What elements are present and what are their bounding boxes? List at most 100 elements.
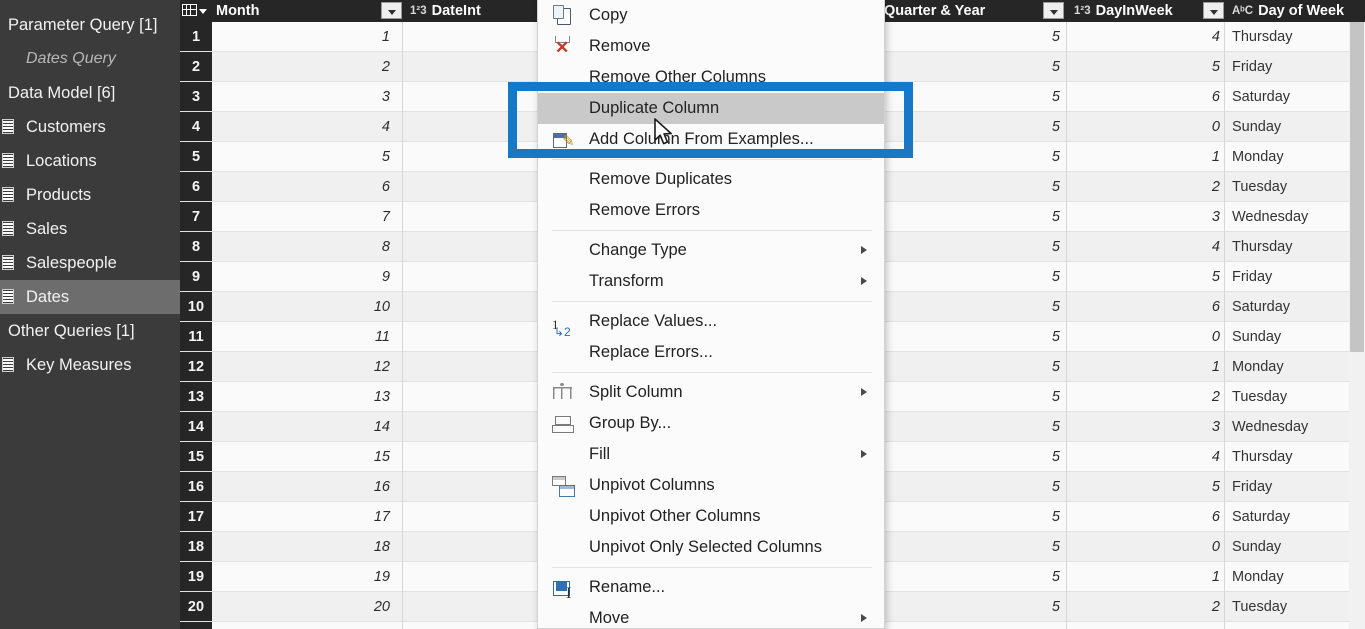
- queries-item-key-measures[interactable]: Key Measures: [0, 348, 180, 382]
- column-divider[interactable]: [1224, 22, 1225, 629]
- cell-month[interactable]: 12: [212, 352, 406, 382]
- cell-day-of-week[interactable]: Thursday: [1228, 232, 1365, 262]
- menu-item-split-column[interactable]: Split Column: [538, 377, 884, 408]
- column-filter-dropdown-quarter-year[interactable]: [1043, 2, 1064, 19]
- menu-item-duplicate-column[interactable]: Duplicate Column: [538, 93, 884, 124]
- column-header-quarter-year[interactable]: Quarter & Year: [880, 0, 1068, 22]
- cell-quarter-year[interactable]: 5: [880, 412, 1068, 442]
- menu-item-unpivot-other-columns[interactable]: Unpivot Other Columns: [538, 501, 884, 532]
- queries-item-dates[interactable]: Dates: [0, 280, 180, 314]
- menu-item-unpivot-columns[interactable]: Unpivot Columns: [538, 470, 884, 501]
- menu-item-remove-errors[interactable]: Remove Errors: [538, 195, 884, 226]
- cell-month[interactable]: 3: [212, 82, 406, 112]
- select-all-columns-grip[interactable]: [180, 0, 212, 22]
- cell-month[interactable]: 6: [212, 172, 406, 202]
- cell-quarter-year[interactable]: 5: [880, 22, 1068, 52]
- cell-day-of-week[interactable]: Wednesday: [1228, 412, 1365, 442]
- cell-dayinweek[interactable]: 4: [1070, 442, 1228, 472]
- cell-month[interactable]: 7: [212, 202, 406, 232]
- menu-item-rename[interactable]: Rename...: [538, 572, 884, 609]
- column-header-day-of-week[interactable]: AᵇC Day of Week: [1228, 0, 1365, 22]
- cell-month[interactable]: 10: [212, 292, 406, 322]
- cell-quarter-year[interactable]: 5: [880, 562, 1068, 592]
- queries-item-customers[interactable]: Customers: [0, 110, 180, 144]
- cell-day-of-week[interactable]: Tuesday: [1228, 382, 1365, 412]
- cell-dayinweek[interactable]: 5: [1070, 262, 1228, 292]
- cell-dayinweek[interactable]: 2: [1070, 592, 1228, 622]
- cell-day-of-week[interactable]: Saturday: [1228, 502, 1365, 532]
- menu-item-group-by[interactable]: Group By...: [538, 408, 884, 439]
- cell-month[interactable]: 11: [212, 322, 406, 352]
- cell-quarter-year[interactable]: 5: [880, 502, 1068, 532]
- cell-dayinweek[interactable]: 1: [1070, 142, 1228, 172]
- cell-quarter-year[interactable]: 5: [880, 82, 1068, 112]
- queries-item-products[interactable]: Products: [0, 178, 180, 212]
- cell-dayinweek[interactable]: 6: [1070, 292, 1228, 322]
- cell-quarter-year[interactable]: 5: [880, 622, 1068, 629]
- menu-item-remove-duplicates[interactable]: Remove Duplicates: [538, 164, 884, 195]
- cell-quarter-year[interactable]: 5: [880, 472, 1068, 502]
- column-header-month[interactable]: Month: [212, 0, 406, 22]
- queries-item-salespeople[interactable]: Salespeople: [0, 246, 180, 280]
- cell-dayinweek[interactable]: 0: [1070, 322, 1228, 352]
- cell-quarter-year[interactable]: 5: [880, 52, 1068, 82]
- vertical-scrollbar-thumb[interactable]: [1350, 22, 1364, 352]
- cell-day-of-week[interactable]: Tuesday: [1228, 592, 1365, 622]
- cell-quarter-year[interactable]: 5: [880, 112, 1068, 142]
- cell-dayinweek[interactable]: 0: [1070, 112, 1228, 142]
- queries-group-other-queries-1[interactable]: Other Queries [1]: [0, 314, 180, 348]
- queries-item-locations[interactable]: Locations: [0, 144, 180, 178]
- cell-month[interactable]: 20: [212, 592, 406, 622]
- cell-quarter-year[interactable]: 5: [880, 322, 1068, 352]
- cell-day-of-week[interactable]: Thursday: [1228, 442, 1365, 472]
- cell-dayinweek[interactable]: 0: [1070, 532, 1228, 562]
- cell-month[interactable]: 13: [212, 382, 406, 412]
- cell-dayinweek[interactable]: 2: [1070, 172, 1228, 202]
- queries-item-sales[interactable]: Sales: [0, 212, 180, 246]
- cell-day-of-week[interactable]: Sunday: [1228, 322, 1365, 352]
- cell-month[interactable]: 15: [212, 442, 406, 472]
- cell-quarter-year[interactable]: 5: [880, 232, 1068, 262]
- menu-item-remove[interactable]: Remove: [538, 31, 884, 62]
- menu-item-transform[interactable]: Transform: [538, 266, 884, 297]
- cell-quarter-year[interactable]: 5: [880, 202, 1068, 232]
- cell-dayinweek[interactable]: 3: [1070, 622, 1228, 629]
- queries-group-parameter-query-1[interactable]: Parameter Query [1]: [0, 8, 180, 42]
- menu-item-replace-errors[interactable]: Replace Errors...: [538, 337, 884, 368]
- cell-quarter-year[interactable]: 5: [880, 352, 1068, 382]
- cell-day-of-week[interactable]: Saturday: [1228, 292, 1365, 322]
- queries-group-data-model-6[interactable]: Data Model [6]: [0, 76, 180, 110]
- cell-quarter-year[interactable]: 5: [880, 382, 1068, 412]
- cell-dayinweek[interactable]: 3: [1070, 412, 1228, 442]
- cell-day-of-week[interactable]: Thursday: [1228, 22, 1365, 52]
- column-filter-dropdown-month[interactable]: [381, 2, 402, 19]
- cell-month[interactable]: 4: [212, 112, 406, 142]
- cell-month[interactable]: 16: [212, 472, 406, 502]
- cell-dayinweek[interactable]: 3: [1070, 202, 1228, 232]
- cell-day-of-week[interactable]: Sunday: [1228, 112, 1365, 142]
- cell-dayinweek[interactable]: 6: [1070, 82, 1228, 112]
- vertical-scrollbar[interactable]: [1349, 22, 1365, 629]
- column-divider[interactable]: [402, 22, 403, 629]
- cell-month[interactable]: 8: [212, 232, 406, 262]
- column-filter-dropdown-dayinweek[interactable]: [1203, 2, 1224, 19]
- cell-day-of-week[interactable]: Friday: [1228, 472, 1365, 502]
- menu-item-copy[interactable]: Copy: [538, 0, 884, 31]
- column-divider[interactable]: [1066, 22, 1067, 629]
- cell-month[interactable]: 21: [212, 622, 406, 629]
- queries-item-dates-query[interactable]: Dates Query: [0, 42, 180, 76]
- cell-day-of-week[interactable]: Saturday: [1228, 82, 1365, 112]
- cell-quarter-year[interactable]: 5: [880, 532, 1068, 562]
- cell-day-of-week[interactable]: Friday: [1228, 52, 1365, 82]
- cell-dayinweek[interactable]: 5: [1070, 472, 1228, 502]
- menu-item-add-column-from-examples[interactable]: Add Column From Examples...: [538, 124, 884, 157]
- cell-day-of-week[interactable]: Tuesday: [1228, 172, 1365, 202]
- cell-month[interactable]: 5: [212, 142, 406, 172]
- cell-quarter-year[interactable]: 5: [880, 592, 1068, 622]
- cell-dayinweek[interactable]: 4: [1070, 22, 1228, 52]
- cell-day-of-week[interactable]: Sunday: [1228, 532, 1365, 562]
- cell-month[interactable]: 9: [212, 262, 406, 292]
- cell-day-of-week[interactable]: Monday: [1228, 142, 1365, 172]
- menu-item-replace-values[interactable]: Replace Values...: [538, 306, 884, 348]
- cell-day-of-week[interactable]: Monday: [1228, 352, 1365, 382]
